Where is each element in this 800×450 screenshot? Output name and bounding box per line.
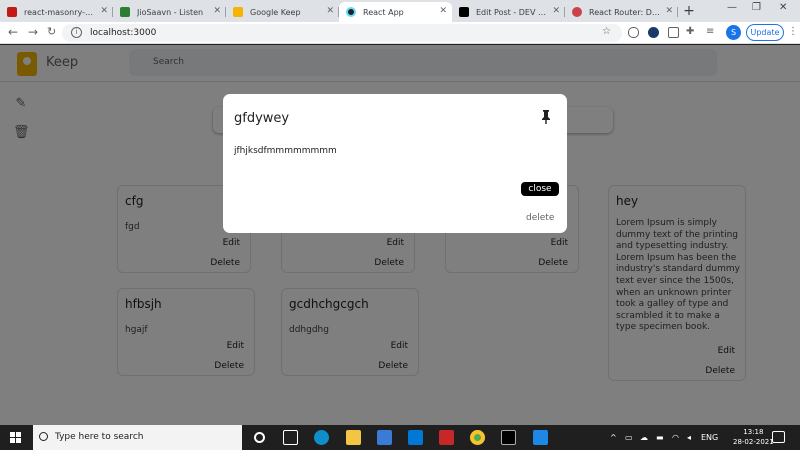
profile-avatar[interactable]: S bbox=[726, 25, 741, 40]
notifications-icon[interactable] bbox=[772, 431, 785, 443]
close-tab-icon[interactable]: ✕ bbox=[100, 6, 108, 16]
clock-time: 13:18 bbox=[743, 428, 764, 436]
edge-icon[interactable] bbox=[314, 430, 329, 445]
taskbar-search-input[interactable]: Type here to search bbox=[33, 425, 242, 450]
minimize-icon[interactable]: — bbox=[727, 2, 737, 13]
tab-label: Edit Post - DEV Comm bbox=[476, 7, 547, 17]
windows-taskbar: Type here to search ^ ▭ ☁ ▬ ◠ ◂ ENG 13:1… bbox=[0, 425, 800, 450]
store-icon[interactable] bbox=[377, 430, 392, 445]
pin-icon[interactable] bbox=[540, 110, 552, 124]
tab-react-app[interactable]: React App ✕ bbox=[339, 2, 452, 22]
chrome-icon[interactable] bbox=[470, 430, 485, 445]
close-button[interactable]: close bbox=[521, 182, 559, 196]
mail-icon[interactable] bbox=[408, 430, 423, 445]
tab-label: React App bbox=[363, 7, 404, 17]
close-tab-icon[interactable]: ✕ bbox=[665, 6, 673, 16]
close-tab-icon[interactable]: ✕ bbox=[439, 6, 447, 16]
windows-start-icon[interactable] bbox=[10, 432, 21, 443]
restore-icon[interactable]: ❐ bbox=[752, 2, 761, 13]
wifi-icon[interactable]: ◠ bbox=[672, 433, 679, 442]
clock-date: 28-02-2021 bbox=[733, 438, 774, 446]
jiosaavn-favicon-icon bbox=[120, 7, 130, 17]
react-router-favicon-icon bbox=[572, 7, 582, 17]
tab-dev-edit-post[interactable]: Edit Post - DEV Comm ✕ bbox=[452, 2, 565, 22]
cortana-icon[interactable] bbox=[254, 432, 265, 443]
battery-icon[interactable]: ▬ bbox=[656, 433, 664, 442]
task-view-icon[interactable] bbox=[283, 430, 298, 445]
note-modal: gfdywey jfhjksdfmmmmmmmm close delete bbox=[223, 94, 567, 233]
bookmark-star-icon[interactable]: ☆ bbox=[602, 26, 611, 37]
gift-app-icon[interactable] bbox=[439, 430, 454, 445]
close-tab-icon[interactable]: ✕ bbox=[552, 6, 560, 16]
volume-icon[interactable]: ◂ bbox=[687, 433, 691, 442]
tray-app-icon[interactable]: ▭ bbox=[625, 433, 633, 442]
dev-favicon-icon bbox=[459, 7, 469, 17]
vscode-icon[interactable] bbox=[533, 430, 548, 445]
site-info-icon[interactable]: i bbox=[71, 27, 82, 38]
tab-jiosaavn[interactable]: JioSaavn - Listen ✕ bbox=[113, 2, 226, 22]
reading-list-icon[interactable]: ≡ bbox=[706, 26, 714, 37]
close-window-icon[interactable]: ✕ bbox=[779, 2, 787, 13]
file-explorer-icon[interactable] bbox=[346, 430, 361, 445]
reload-icon[interactable]: ↻ bbox=[47, 25, 56, 38]
tray-chevron-icon[interactable]: ^ bbox=[610, 433, 617, 442]
close-tab-icon[interactable]: ✕ bbox=[326, 6, 334, 16]
tab-label: react-masonry-css - n bbox=[24, 7, 95, 17]
modal-body: jfhjksdfmmmmmmmm bbox=[234, 146, 337, 156]
tab-label: Google Keep bbox=[250, 7, 301, 17]
menu-kebab-icon[interactable]: ⋮ bbox=[788, 26, 798, 37]
back-icon[interactable]: ← bbox=[8, 25, 18, 39]
extension-icon[interactable] bbox=[668, 27, 679, 38]
extension-icon[interactable] bbox=[628, 27, 639, 38]
modal-title: gfdywey bbox=[234, 111, 290, 126]
onedrive-icon[interactable]: ☁ bbox=[640, 433, 648, 442]
tab-google-keep[interactable]: Google Keep ✕ bbox=[226, 2, 339, 22]
taskbar-search-placeholder: Type here to search bbox=[55, 432, 144, 442]
close-tab-icon[interactable]: ✕ bbox=[213, 6, 221, 16]
search-icon bbox=[39, 432, 48, 441]
clock[interactable]: 13:18 28-02-2021 bbox=[733, 427, 774, 447]
browser-tab-strip: react-masonry-css - n ✕ JioSaavn - Liste… bbox=[0, 0, 800, 22]
browser-toolbar: ← → ↻ i localhost:3000 ☆ ✚ ≡ S Update ⋮ bbox=[0, 22, 800, 44]
update-button[interactable]: Update bbox=[746, 24, 784, 41]
language-indicator[interactable]: ENG bbox=[701, 433, 718, 442]
extension-icon[interactable] bbox=[648, 27, 659, 38]
tab-react-masonry[interactable]: react-masonry-css - n ✕ bbox=[0, 2, 113, 22]
new-tab-button[interactable]: + bbox=[678, 2, 700, 22]
forward-icon[interactable]: → bbox=[28, 25, 38, 39]
url-text: localhost:3000 bbox=[90, 28, 157, 38]
tab-react-router[interactable]: React Router: Declar ✕ bbox=[565, 2, 678, 22]
tab-label: JioSaavn - Listen bbox=[137, 7, 204, 17]
delete-button[interactable]: delete bbox=[526, 213, 554, 223]
tab-label: React Router: Declar bbox=[589, 7, 660, 17]
terminal-icon[interactable] bbox=[501, 430, 516, 445]
extensions-puzzle-icon[interactable]: ✚ bbox=[686, 26, 694, 37]
masonry-favicon-icon bbox=[7, 7, 17, 17]
react-favicon-icon bbox=[346, 7, 356, 17]
address-bar[interactable]: i localhost:3000 bbox=[62, 24, 622, 42]
keep-favicon-icon bbox=[233, 7, 243, 17]
